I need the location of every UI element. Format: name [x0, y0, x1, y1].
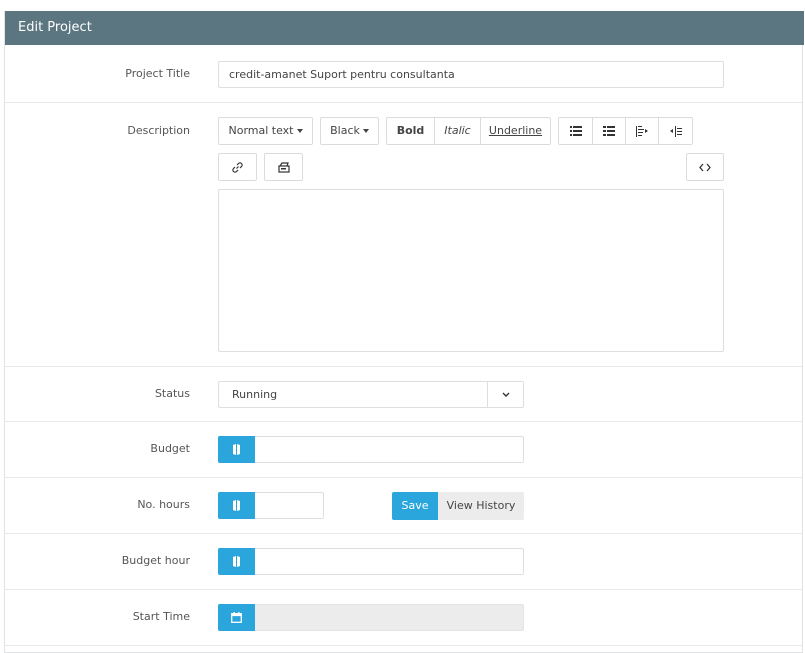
color-dropdown-label: Black [330, 124, 360, 137]
chevron-down-icon [502, 392, 509, 397]
image-icon [277, 161, 290, 173]
budget-hour-row: Budget hour [5, 534, 802, 590]
budget-addon [218, 436, 255, 463]
outdent-button[interactable] [626, 118, 659, 144]
color-dropdown-button[interactable]: Black [320, 117, 379, 145]
caret-down-icon [362, 129, 369, 133]
panel-title: Edit Project [5, 11, 804, 45]
budget-hour-addon [218, 548, 255, 575]
format-dropdown-label: Normal text [228, 124, 294, 137]
status-select[interactable]: Running [218, 381, 524, 408]
budget-row: Budget [5, 422, 802, 478]
description-editor[interactable] [218, 189, 724, 352]
status-row: Status Running [5, 367, 802, 422]
budget-input[interactable] [218, 436, 524, 463]
project-title-row: Project Title credit-amanet Suport pentr… [5, 45, 802, 103]
money-icon [233, 444, 240, 455]
format-dropdown-button[interactable]: Normal text [218, 117, 313, 145]
hours-row: No. hours Save View History [5, 478, 802, 534]
start-time-label: Start Time [132, 610, 190, 623]
description-row: Description Normal text Black Bold Itali… [5, 103, 802, 367]
project-title-label: Project Title [125, 67, 190, 80]
hours-label: No. hours [137, 498, 190, 511]
start-time-input[interactable] [218, 604, 524, 631]
outdent-icon [636, 125, 648, 137]
calendar-icon [231, 612, 242, 623]
start-time-row: Start Time [5, 590, 802, 646]
unordered-list-button[interactable] [559, 118, 593, 144]
status-dropdown-toggle[interactable] [487, 382, 523, 407]
list-group [558, 117, 693, 145]
description-label: Description [127, 124, 190, 137]
save-button[interactable]: Save [392, 492, 438, 520]
underline-button[interactable]: Underline [481, 118, 550, 144]
ordered-list-button[interactable] [593, 118, 626, 144]
status-label: Status [154, 387, 190, 400]
link-icon [232, 161, 243, 173]
text-style-group: Bold Italic Underline [386, 117, 551, 145]
money-icon [233, 500, 240, 511]
view-history-button[interactable]: View History [438, 492, 524, 520]
caret-down-icon [296, 129, 303, 133]
edit-project-panel: Edit Project Project Title credit-amanet… [4, 11, 804, 653]
italic-button[interactable]: Italic [435, 118, 481, 144]
indent-button[interactable] [659, 118, 692, 144]
budget-hour-input[interactable] [218, 548, 524, 575]
start-time-addon[interactable] [218, 604, 255, 631]
budget-hour-label: Budget hour [121, 554, 190, 567]
code-icon [699, 163, 711, 171]
unordered-list-icon [569, 126, 582, 136]
project-title-input[interactable]: credit-amanet Suport pentru consultanta [218, 61, 724, 88]
indent-icon [669, 125, 682, 137]
money-icon [233, 556, 240, 567]
status-selected-value: Running [232, 388, 278, 401]
insert-image-button[interactable] [264, 153, 303, 181]
html-source-button[interactable] [686, 153, 724, 181]
insert-link-button[interactable] [218, 153, 257, 181]
ordered-list-icon [603, 126, 615, 136]
budget-label: Budget [150, 442, 190, 455]
hours-addon [218, 492, 255, 519]
bold-button[interactable]: Bold [387, 118, 435, 144]
